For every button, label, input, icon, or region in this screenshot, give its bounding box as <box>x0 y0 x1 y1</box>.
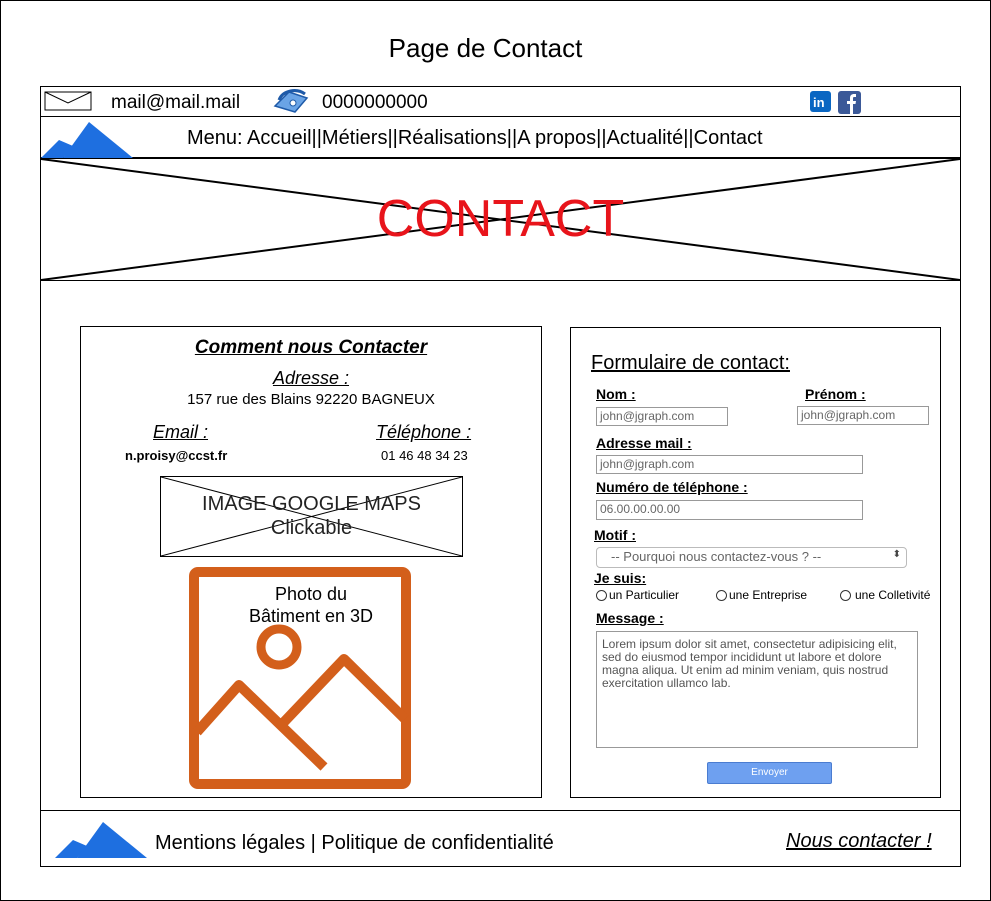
contact-info-card: Comment nous Contacter Adresse : 157 rue… <box>80 326 542 798</box>
email-field-label: Adresse mail : <box>596 435 692 451</box>
email-value[interactable]: n.proisy@ccst.fr <box>125 448 227 463</box>
map-caption-line2: Clickable <box>270 517 353 539</box>
footer: Mentions légales | Politique de confiden… <box>40 810 961 867</box>
radio-circle-icon <box>716 589 727 601</box>
nom-input[interactable]: john@jgraph.com <box>596 407 728 426</box>
footer-legal-links[interactable]: Mentions légales | Politique de confiden… <box>155 832 554 855</box>
phone-value[interactable]: 01 46 48 34 23 <box>381 448 468 463</box>
map-caption-line1: IMAGE GOOGLE MAPS <box>202 493 421 515</box>
phone-icon <box>273 89 309 113</box>
page-title: Page de Contact <box>388 33 583 63</box>
radio-particulier[interactable]: un Particulier <box>596 588 679 602</box>
info-title: Comment nous Contacter <box>194 337 428 358</box>
radio-entreprise-label: une Entreprise <box>729 588 808 602</box>
address-label: Adresse : <box>272 368 350 388</box>
map-caption: IMAGE GOOGLE MAPS Clickable <box>161 492 462 540</box>
radio-circle-icon <box>840 589 851 601</box>
radio-circle-icon <box>596 589 607 601</box>
select-arrows-icon: ⬍ <box>892 549 901 560</box>
radio-collectivite-label: une Colletivité <box>855 588 931 602</box>
photo-caption-line2: Bâtiment en 3D <box>248 606 374 626</box>
motif-label: Motif : <box>594 527 636 543</box>
radio-collectivite[interactable]: une Colletivité <box>840 588 930 602</box>
footer-logo[interactable] <box>55 820 147 858</box>
phone-field-label: Numéro de téléphone : <box>596 479 748 495</box>
photo-caption-line1: Photo du <box>274 584 348 604</box>
topbar-phone[interactable]: 0000000000 <box>322 92 428 114</box>
message-label: Message : <box>596 610 664 626</box>
message-textarea[interactable]: Lorem ipsum dolor sit amet, consectetur … <box>596 631 918 748</box>
phone-field[interactable]: 06.00.00.00.00 <box>596 500 863 520</box>
topbar-email[interactable]: mail@mail.mail <box>111 92 240 114</box>
linkedin-icon[interactable]: in <box>810 91 831 112</box>
email-label: Email : <box>153 422 209 442</box>
footer-contact-link[interactable]: Nous contacter ! <box>786 830 932 853</box>
email-field[interactable]: john@jgraph.com <box>596 455 863 474</box>
motif-select-value: -- Pourquoi nous contactez-vous ? -- <box>611 549 822 564</box>
nav-bar: Menu: Accueil||Métiers||Réalisations||A … <box>40 116 961 158</box>
phone-label: Téléphone : <box>376 422 472 442</box>
mail-icon <box>44 91 92 111</box>
nav-menu[interactable]: Menu: Accueil||Métiers||Réalisations||A … <box>187 127 763 150</box>
svg-text:in: in <box>813 95 825 110</box>
form-title: Formulaire de contact: <box>591 352 790 374</box>
prenom-input[interactable]: john@jgraph.com <box>797 406 929 425</box>
jesuis-label: Je suis: <box>594 570 647 586</box>
photo-caption: Photo du Bâtiment en 3D <box>81 583 541 627</box>
facebook-icon[interactable] <box>838 91 861 114</box>
top-contact-bar: mail@mail.mail 0000000000 in <box>40 86 961 117</box>
google-map-placeholder[interactable]: IMAGE GOOGLE MAPS Clickable <box>160 476 463 557</box>
nom-label: Nom : <box>596 386 636 402</box>
banner-image-placeholder: CONTACT <box>40 158 961 281</box>
logo[interactable] <box>41 120 133 158</box>
contact-form: Formulaire de contact: Nom : john@jgraph… <box>570 327 941 798</box>
motif-select[interactable]: -- Pourquoi nous contactez-vous ? -- ⬍ <box>596 547 907 568</box>
banner-title: CONTACT <box>376 190 625 248</box>
radio-particulier-label: un Particulier <box>609 588 680 602</box>
radio-entreprise[interactable]: une Entreprise <box>716 588 807 602</box>
address-value: 157 rue des Blains 92220 BAGNEUX <box>187 391 435 408</box>
submit-button[interactable]: Envoyer <box>707 762 832 784</box>
prenom-label: Prénom : <box>805 386 866 402</box>
